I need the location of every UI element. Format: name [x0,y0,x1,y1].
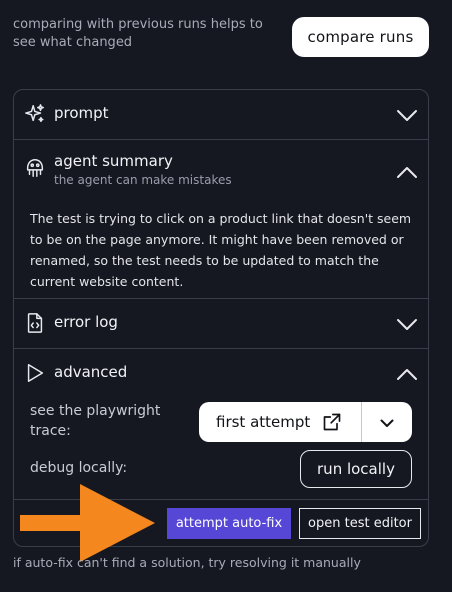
agent-summary-subtitle: the agent can make mistakes [54,173,232,187]
results-panel: prompt agent summary the agent can make … [13,89,429,547]
chevron-down-icon [380,413,394,432]
prompt-section[interactable]: prompt [14,90,428,140]
debug-label: debug locally: [30,460,128,476]
trace-label: see the playwright trace: [30,403,161,439]
first-attempt-label: first attempt [216,413,311,431]
advanced-header[interactable]: advanced [14,349,428,397]
chevron-down-icon[interactable] [396,108,418,122]
sparkles-icon [24,103,46,125]
auto-fix-note: if auto-fix can't find a solution, try r… [13,555,361,570]
external-link-icon [322,412,342,432]
open-test-editor-button[interactable]: open test editor [299,508,421,539]
compare-row: comparing with previous runs helps to se… [0,0,452,80]
robot-icon [24,157,46,179]
agent-summary-body: The test is trying to click on a product… [30,211,412,289]
compare-runs-button[interactable]: compare runs [292,17,429,57]
first-attempt-split-button: first attempt [199,402,412,442]
attempt-auto-fix-button[interactable]: attempt auto-fix [167,508,291,539]
prompt-title: prompt [54,104,109,122]
advanced-title: advanced [54,363,128,381]
chevron-up-icon[interactable] [396,366,418,380]
chevron-down-icon[interactable] [396,317,418,331]
attempt-dropdown-toggle[interactable] [362,402,412,442]
agent-summary-title: agent summary [54,152,173,170]
agent-summary-header[interactable]: agent summary the agent can make mistake… [14,140,428,198]
arrow-pointer-icon [20,484,155,562]
error-log-section[interactable]: error log [14,299,428,349]
compare-hint-text: comparing with previous runs helps to se… [13,17,263,50]
run-locally-button[interactable]: run locally [300,450,412,488]
chevron-up-icon[interactable] [396,164,418,178]
play-icon [24,362,46,384]
error-log-title: error log [54,313,118,331]
code-file-icon [24,312,46,334]
